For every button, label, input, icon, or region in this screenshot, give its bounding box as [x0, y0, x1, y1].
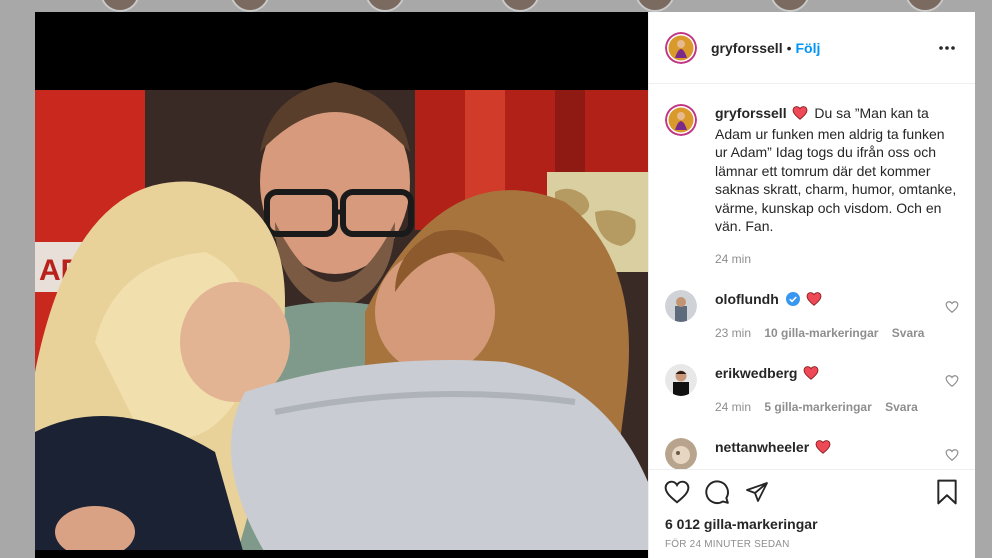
comment-body: oloflundh 23 min 10 gilla-markeringar Sv… — [715, 290, 934, 342]
commenter-avatar[interactable] — [665, 438, 697, 469]
comment-icon[interactable] — [701, 476, 733, 508]
commenter-avatar[interactable] — [665, 364, 697, 396]
red-heart-icon — [792, 106, 808, 125]
heart-icon[interactable] — [661, 476, 693, 508]
red-heart-icon — [806, 292, 822, 310]
commenter-avatar[interactable] — [665, 290, 697, 322]
bottom-spacer — [649, 550, 975, 558]
caption-meta: 24 min — [715, 250, 959, 269]
comment-username[interactable]: erikwedberg — [715, 365, 797, 381]
caption-username[interactable]: gryforssell — [715, 105, 787, 121]
story-avatar[interactable] — [635, 0, 675, 12]
share-icon[interactable] — [741, 476, 773, 508]
story-avatar[interactable] — [100, 0, 140, 12]
author-username[interactable]: gryforssell — [711, 40, 783, 56]
comment-body: erikwedberg 24 min 5 gilla-markeringar S… — [715, 364, 928, 416]
comment-username[interactable]: oloflundh — [715, 291, 779, 307]
separator-dot: • — [786, 39, 792, 56]
comment-likes[interactable]: 5 gilla-markeringar — [764, 400, 871, 414]
comment-body: nettanwheeler — [715, 438, 833, 469]
comments-list[interactable]: gryforssell Du sa ”Man kan ta Adam ur fu… — [649, 84, 975, 469]
bookmark-icon[interactable] — [931, 476, 963, 508]
reply-button[interactable]: Svara — [892, 326, 925, 340]
caption-time[interactable]: 24 min — [715, 252, 751, 266]
more-options-icon[interactable] — [935, 36, 959, 60]
caption-text: Du sa ”Man kan ta Adam ur funken men ald… — [715, 105, 957, 234]
post-modal: ADIO — [35, 12, 975, 558]
comment-meta: 23 min 10 gilla-markeringar Svara — [715, 324, 934, 342]
story-avatar[interactable] — [365, 0, 405, 12]
story-avatar[interactable] — [770, 0, 810, 12]
post-sidebar: gryforssell • Följ gryforssell Du sa ”Ma… — [648, 12, 975, 558]
comment-username[interactable]: nettanwheeler — [715, 439, 809, 455]
caption-body: gryforssell Du sa ”Man kan ta Adam ur fu… — [715, 104, 959, 268]
red-heart-icon — [803, 366, 819, 384]
post-header: gryforssell • Följ — [649, 12, 975, 84]
comment-meta: 24 min 5 gilla-markeringar Svara — [715, 398, 928, 416]
caption: gryforssell Du sa ”Man kan ta Adam ur fu… — [665, 104, 959, 268]
photo-illustration: ADIO — [35, 12, 648, 558]
author-avatar[interactable] — [665, 31, 697, 64]
stories-strip — [0, 0, 992, 12]
verified-badge-icon — [785, 292, 800, 310]
comment-item: nettanwheeler — [665, 438, 959, 469]
post-photo[interactable]: ADIO — [35, 12, 648, 558]
comment-time[interactable]: 23 min — [715, 326, 751, 340]
story-avatar[interactable] — [230, 0, 270, 12]
comment-like-heart-icon[interactable] — [945, 300, 959, 314]
reply-button[interactable]: Svara — [885, 400, 918, 414]
post-timestamp[interactable]: FÖR 24 MINUTER SEDAN — [649, 535, 975, 550]
action-bar — [649, 469, 975, 513]
comment-likes[interactable]: 10 gilla-markeringar — [764, 326, 878, 340]
comment-like-heart-icon[interactable] — [945, 374, 959, 388]
likes-count[interactable]: 6 012 gilla-markeringar — [649, 513, 975, 535]
story-avatar[interactable] — [500, 0, 540, 12]
story-avatar[interactable] — [905, 0, 945, 12]
comment-item: oloflundh 23 min 10 gilla-markeringar Sv… — [665, 290, 959, 342]
follow-button[interactable]: Följ — [796, 40, 821, 56]
caption-avatar[interactable] — [665, 104, 697, 136]
comment-item: erikwedberg 24 min 5 gilla-markeringar S… — [665, 364, 959, 416]
comment-like-heart-icon[interactable] — [945, 448, 959, 462]
red-heart-icon — [815, 440, 831, 458]
comment-time[interactable]: 24 min — [715, 400, 751, 414]
